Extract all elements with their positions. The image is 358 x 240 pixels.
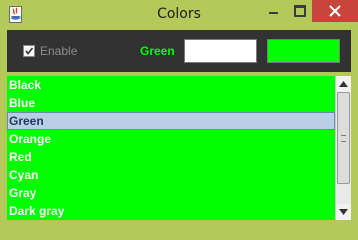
- enable-label[interactable]: Enable: [40, 44, 77, 58]
- scroll-thumb[interactable]: [337, 92, 350, 184]
- chevron-down-icon: [339, 209, 348, 215]
- scroll-up-button[interactable]: [336, 76, 351, 92]
- list-item[interactable]: Gray: [7, 184, 335, 202]
- list-item[interactable]: Dark gray: [7, 202, 335, 220]
- colors-window: Colors Enable Green Black Blue Green Ora…: [0, 0, 358, 229]
- close-button[interactable]: [312, 0, 358, 22]
- selected-color-label: Green: [140, 44, 175, 58]
- list-item[interactable]: Blue: [7, 94, 335, 112]
- list-item[interactable]: Red: [7, 148, 335, 166]
- list-item[interactable]: Orange: [7, 130, 335, 148]
- color-name-input[interactable]: [184, 39, 257, 63]
- control-panel: Enable Green: [7, 30, 351, 72]
- chevron-up-icon: [339, 81, 348, 87]
- color-list[interactable]: Black Blue Green Orange Red Cyan Gray Da…: [7, 76, 335, 220]
- color-swatch: [267, 39, 340, 63]
- list-scrollbar[interactable]: [335, 76, 351, 220]
- list-item[interactable]: Cyan: [7, 166, 335, 184]
- list-item-selected[interactable]: Green: [7, 112, 335, 130]
- checkmark-icon: [25, 47, 34, 55]
- title-bar[interactable]: Colors: [0, 0, 358, 30]
- list-item[interactable]: Black: [7, 76, 335, 94]
- enable-checkbox[interactable]: [23, 45, 35, 57]
- maximize-button[interactable]: [286, 0, 312, 22]
- scroll-down-button[interactable]: [336, 204, 351, 220]
- close-icon: [329, 5, 341, 17]
- minimize-button[interactable]: [260, 0, 286, 22]
